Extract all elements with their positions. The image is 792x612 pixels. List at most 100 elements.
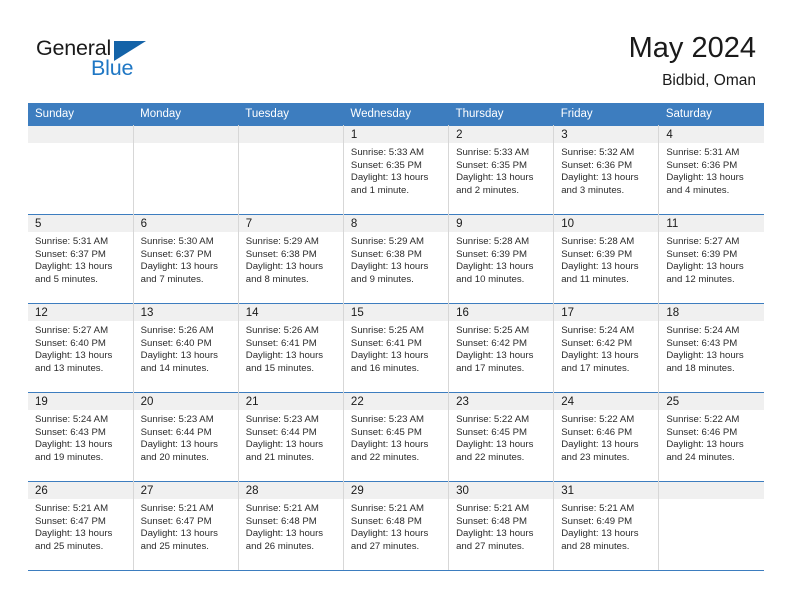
day-cell[interactable]: 19 Sunrise: 5:24 AM Sunset: 6:43 PM Dayl…	[28, 392, 134, 482]
day-details	[239, 143, 343, 147]
daylight-text-line2: and 22 minutes.	[350, 451, 420, 463]
day-cell[interactable]: 20 Sunrise: 5:23 AM Sunset: 6:44 PM Dayl…	[133, 392, 239, 482]
day-number: 14	[238, 304, 343, 321]
daylight-text-line1: Daylight: 13 hours	[666, 439, 744, 451]
day-cell[interactable]: 13 Sunrise: 5:26 AM Sunset: 6:40 PM Dayl…	[133, 303, 239, 393]
sunrise-text: Sunrise: 5:33 AM	[350, 147, 424, 158]
general-blue-logo[interactable]: General Blue	[36, 36, 166, 86]
day-number: 23	[449, 393, 553, 410]
day-cell[interactable]: 28 Sunrise: 5:21 AM Sunset: 6:48 PM Dayl…	[238, 481, 344, 571]
sunrise-text: Sunrise: 5:26 AM	[140, 325, 214, 336]
daylight-text-line1: Daylight: 13 hours	[456, 261, 534, 273]
day-cell[interactable]: 6 Sunrise: 5:30 AM Sunset: 6:37 PM Dayli…	[133, 214, 239, 304]
day-details: Sunrise: 5:29 AM Sunset: 6:38 PM Dayligh…	[344, 232, 448, 286]
day-details: Sunrise: 5:24 AM Sunset: 6:43 PM Dayligh…	[28, 410, 132, 464]
day-cell[interactable]: 24 Sunrise: 5:22 AM Sunset: 6:46 PM Dayl…	[553, 392, 660, 482]
day-details: Sunrise: 5:23 AM Sunset: 6:44 PM Dayligh…	[134, 410, 238, 464]
weekday-header-wednesday: Wednesday	[343, 103, 449, 126]
day-details: Sunrise: 5:22 AM Sunset: 6:45 PM Dayligh…	[449, 410, 553, 464]
day-number: 27	[133, 482, 238, 499]
day-cell[interactable]: 12 Sunrise: 5:27 AM Sunset: 6:40 PM Dayl…	[28, 303, 134, 393]
day-cell[interactable]: 10 Sunrise: 5:28 AM Sunset: 6:39 PM Dayl…	[553, 214, 660, 304]
day-cell[interactable]: 14 Sunrise: 5:26 AM Sunset: 6:41 PM Dayl…	[238, 303, 344, 393]
day-details: Sunrise: 5:32 AM Sunset: 6:36 PM Dayligh…	[554, 143, 658, 197]
day-details: Sunrise: 5:22 AM Sunset: 6:46 PM Dayligh…	[659, 410, 764, 464]
sunrise-text: Sunrise: 5:23 AM	[245, 414, 319, 425]
day-cell[interactable]: 3 Sunrise: 5:32 AM Sunset: 6:36 PM Dayli…	[553, 125, 660, 215]
daylight-text-line2: and 13 minutes.	[35, 362, 104, 374]
day-cell[interactable]	[238, 125, 344, 215]
day-cell[interactable]	[28, 125, 134, 215]
daylight-text-line1: Daylight: 13 hours	[245, 350, 324, 362]
day-cell[interactable]: 18 Sunrise: 5:24 AM Sunset: 6:43 PM Dayl…	[658, 303, 764, 393]
day-cell[interactable]: 22 Sunrise: 5:23 AM Sunset: 6:45 PM Dayl…	[343, 392, 450, 482]
sunset-text: Sunset: 6:39 PM	[561, 248, 633, 260]
day-cell[interactable]	[133, 125, 239, 215]
day-cell[interactable]: 26 Sunrise: 5:21 AM Sunset: 6:47 PM Dayl…	[28, 481, 134, 571]
sunrise-text: Sunrise: 5:27 AM	[666, 236, 740, 247]
sunset-text: Sunset: 6:45 PM	[350, 426, 422, 438]
weekday-header-monday: Monday	[133, 103, 239, 126]
sunrise-text: Sunrise: 5:26 AM	[245, 325, 319, 336]
day-number: 3	[554, 126, 658, 143]
day-number: 7	[238, 215, 343, 232]
day-cell[interactable]: 11 Sunrise: 5:27 AM Sunset: 6:39 PM Dayl…	[658, 214, 764, 304]
day-number: 26	[28, 482, 133, 499]
day-cell[interactable]: 4 Sunrise: 5:31 AM Sunset: 6:36 PM Dayli…	[658, 125, 764, 215]
day-number	[133, 126, 238, 143]
day-cell[interactable]: 25 Sunrise: 5:22 AM Sunset: 6:46 PM Dayl…	[658, 392, 764, 482]
day-number: 24	[554, 393, 658, 410]
day-number: 1	[343, 126, 448, 143]
day-cell[interactable]: 1 Sunrise: 5:33 AM Sunset: 6:35 PM Dayli…	[343, 125, 450, 215]
calendar-body: 1 Sunrise: 5:33 AM Sunset: 6:35 PM Dayli…	[28, 125, 764, 571]
day-cell[interactable]: 8 Sunrise: 5:29 AM Sunset: 6:38 PM Dayli…	[343, 214, 450, 304]
day-number: 6	[133, 215, 238, 232]
day-cell[interactable]: 29 Sunrise: 5:21 AM Sunset: 6:48 PM Dayl…	[343, 481, 450, 571]
day-cell[interactable]: 23 Sunrise: 5:22 AM Sunset: 6:45 PM Dayl…	[448, 392, 555, 482]
sunset-text: Sunset: 6:41 PM	[245, 337, 317, 349]
day-number: 22	[343, 393, 448, 410]
daylight-text-line1: Daylight: 13 hours	[350, 350, 429, 362]
day-cell[interactable]: 7 Sunrise: 5:29 AM Sunset: 6:38 PM Dayli…	[238, 214, 344, 304]
sunset-text: Sunset: 6:48 PM	[245, 515, 317, 527]
day-number: 30	[449, 482, 553, 499]
day-cell[interactable]: 31 Sunrise: 5:21 AM Sunset: 6:49 PM Dayl…	[553, 481, 660, 571]
day-cell[interactable]: 5 Sunrise: 5:31 AM Sunset: 6:37 PM Dayli…	[28, 214, 134, 304]
day-cell[interactable]	[658, 481, 764, 571]
day-cell[interactable]: 17 Sunrise: 5:24 AM Sunset: 6:42 PM Dayl…	[553, 303, 660, 393]
day-number: 12	[28, 304, 133, 321]
sunset-text: Sunset: 6:44 PM	[245, 426, 317, 438]
day-cell[interactable]: 16 Sunrise: 5:25 AM Sunset: 6:42 PM Dayl…	[448, 303, 555, 393]
day-number: 9	[449, 215, 553, 232]
day-cell[interactable]: 15 Sunrise: 5:25 AM Sunset: 6:41 PM Dayl…	[343, 303, 450, 393]
daylight-text-line2: and 4 minutes.	[666, 184, 730, 196]
daylight-text-line2: and 27 minutes.	[350, 540, 420, 552]
weekday-header-row: Sunday Monday Tuesday Wednesday Thursday…	[28, 103, 764, 126]
sunset-text: Sunset: 6:36 PM	[561, 159, 633, 171]
daylight-text-line2: and 3 minutes.	[561, 184, 625, 196]
sunset-text: Sunset: 6:37 PM	[140, 248, 212, 260]
day-details: Sunrise: 5:21 AM Sunset: 6:48 PM Dayligh…	[449, 499, 553, 553]
daylight-text-line1: Daylight: 13 hours	[350, 261, 429, 273]
sunrise-text: Sunrise: 5:21 AM	[561, 503, 635, 514]
day-details: Sunrise: 5:21 AM Sunset: 6:49 PM Dayligh…	[554, 499, 658, 553]
daylight-text-line1: Daylight: 13 hours	[456, 350, 534, 362]
week-row: 5 Sunrise: 5:31 AM Sunset: 6:37 PM Dayli…	[28, 214, 764, 304]
page-title: May 2024	[628, 32, 756, 64]
daylight-text-line2: and 15 minutes.	[245, 362, 315, 374]
day-cell[interactable]: 30 Sunrise: 5:21 AM Sunset: 6:48 PM Dayl…	[448, 481, 555, 571]
day-cell[interactable]: 27 Sunrise: 5:21 AM Sunset: 6:47 PM Dayl…	[133, 481, 239, 571]
sunrise-text: Sunrise: 5:22 AM	[666, 414, 740, 425]
daylight-text-line1: Daylight: 13 hours	[561, 528, 639, 540]
day-cell[interactable]: 2 Sunrise: 5:33 AM Sunset: 6:35 PM Dayli…	[448, 125, 555, 215]
daylight-text-line1: Daylight: 13 hours	[35, 528, 113, 540]
day-cell[interactable]: 21 Sunrise: 5:23 AM Sunset: 6:44 PM Dayl…	[238, 392, 344, 482]
calendar-page: General Blue May 2024 Bidbid, Oman Sunda…	[0, 0, 792, 612]
day-details: Sunrise: 5:31 AM Sunset: 6:36 PM Dayligh…	[659, 143, 764, 197]
day-details: Sunrise: 5:21 AM Sunset: 6:48 PM Dayligh…	[344, 499, 448, 553]
day-details: Sunrise: 5:27 AM Sunset: 6:39 PM Dayligh…	[659, 232, 764, 286]
day-cell[interactable]: 9 Sunrise: 5:28 AM Sunset: 6:39 PM Dayli…	[448, 214, 555, 304]
day-number	[238, 126, 343, 143]
day-number: 25	[659, 393, 764, 410]
daylight-text-line1: Daylight: 13 hours	[35, 350, 113, 362]
